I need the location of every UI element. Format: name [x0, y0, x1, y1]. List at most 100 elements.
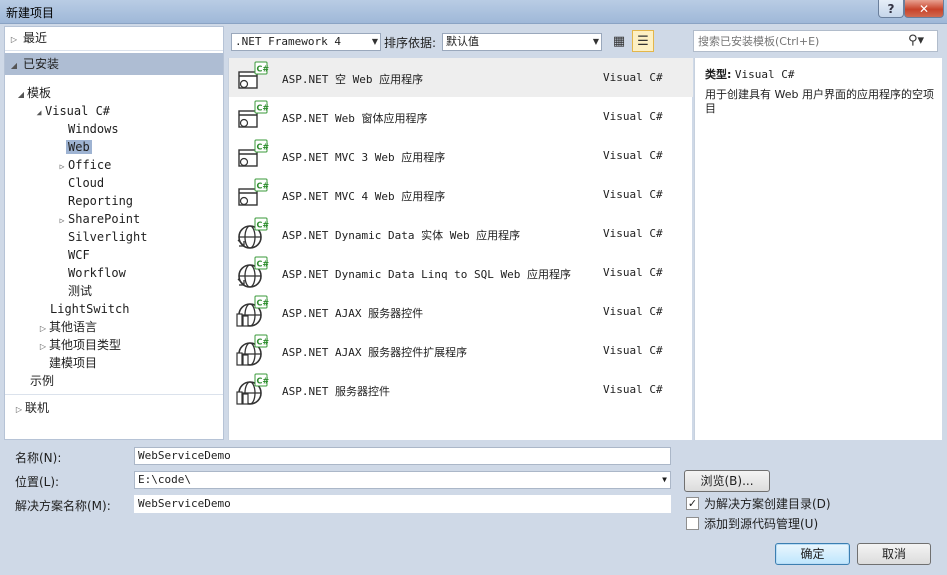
globe-template-icon: C#	[236, 373, 270, 405]
svg-text:C#: C#	[257, 260, 270, 269]
template-name: ASP.NET Dynamic Data 实体 Web 应用程序	[282, 229, 521, 242]
template-name: ASP.NET MVC 3 Web 应用程序	[282, 151, 446, 164]
template-language: Visual C#	[603, 71, 663, 84]
search-icon[interactable]: ⚲▾	[908, 33, 924, 48]
expand-arrow-icon[interactable]: ▷	[13, 401, 25, 419]
template-language: Visual C#	[603, 110, 663, 123]
type-line: 类型: Visual C#	[705, 66, 795, 82]
template-row[interactable]: C# ASP.NET MVC 3 Web 应用程序 Visual C#	[229, 136, 693, 175]
globe-template-icon: C#	[236, 334, 269, 366]
tree-item-office[interactable]: ▷ Office	[56, 156, 112, 176]
ok-button[interactable]: 确定	[775, 543, 850, 565]
tree-item-online[interactable]: ▷ 联机	[13, 399, 49, 417]
type-label: 类型:	[705, 68, 732, 81]
web-app-template-icon: C#	[238, 100, 269, 128]
location-value: E:\code\	[138, 473, 191, 486]
title-bar: 新建项目 ? ✕	[0, 0, 947, 24]
tree-item-other-languages[interactable]: ▷ 其他语言	[37, 318, 97, 336]
name-field[interactable]: WebServiceDemo	[134, 447, 671, 465]
tree-label: 联机	[25, 401, 50, 415]
tree-label: 最近	[23, 31, 48, 45]
svg-text:C#: C#	[257, 377, 270, 386]
template-description: 用于创建具有 Web 用户界面的应用程序的空项目	[705, 88, 934, 115]
template-name: ASP.NET 服务器控件	[282, 385, 390, 398]
tree-item-windows[interactable]: Windows	[68, 120, 119, 138]
template-toolbar: .NET Framework 4 ▼ 排序依据: 默认值 ▼ ▦ ☰	[228, 30, 688, 54]
template-row[interactable]: C# ASP.NET 服务器控件 Visual C#	[229, 370, 693, 409]
list-view-button[interactable]: ☰	[632, 30, 654, 52]
cancel-button[interactable]: 取消	[857, 543, 931, 565]
collapse-arrow-icon[interactable]: ◢	[5, 55, 23, 77]
collapse-arrow-icon[interactable]: ◢	[33, 104, 45, 122]
tree-item-recent[interactable]: ▷ 最近	[5, 27, 223, 49]
name-label: 名称(N):	[15, 451, 62, 465]
type-value: Visual C#	[734, 68, 795, 81]
tree-item-samples[interactable]: 示例	[30, 372, 54, 390]
collapse-arrow-icon[interactable]: ◢	[15, 86, 27, 104]
tree-item-silverlight[interactable]: Silverlight	[68, 228, 147, 246]
tree-label: Office	[68, 158, 112, 172]
template-row[interactable]: C# ASP.NET AJAX 服务器控件扩展程序 Visual C#	[229, 331, 693, 370]
expand-arrow-icon[interactable]: ▷	[56, 158, 68, 176]
tree-item-reporting[interactable]: Reporting	[68, 192, 133, 210]
template-language: Visual C#	[603, 344, 663, 357]
grid-view-button[interactable]: ▦	[608, 30, 630, 52]
chevron-down-icon: ▼	[371, 37, 378, 46]
framework-select[interactable]: .NET Framework 4 ▼	[231, 33, 381, 51]
tree-item-cloud[interactable]: Cloud	[68, 174, 104, 192]
template-language: Visual C#	[603, 227, 663, 240]
template-name: ASP.NET AJAX 服务器控件	[282, 307, 424, 320]
sort-select[interactable]: 默认值 ▼	[442, 33, 602, 51]
template-name: ASP.NET Web 窗体应用程序	[282, 112, 428, 125]
category-tree: ▷ 最近 ◢ 已安装 ◢ 模板 ◢ Visual C# Windows Web ▷ Off…	[4, 26, 224, 440]
expand-arrow-icon[interactable]: ▷	[37, 338, 49, 356]
help-button[interactable]: ?	[878, 0, 904, 18]
tree-label: Web	[66, 140, 92, 154]
create-directory-label: 为解决方案创建目录(D)	[704, 497, 831, 511]
browse-button[interactable]: 浏览(B)...	[684, 470, 770, 492]
tree-item-test[interactable]: 测试	[68, 282, 92, 300]
template-list: C# ASP.NET 空 Web 应用程序 Visual C# C# ASP.NET W…	[228, 58, 693, 440]
window-title: 新建项目	[6, 6, 55, 20]
expand-arrow-icon[interactable]: ▷	[5, 29, 23, 51]
close-button[interactable]: ✕	[904, 0, 944, 18]
tree-item-templates[interactable]: ◢ 模板	[15, 84, 51, 102]
template-row[interactable]: C# ASP.NET AJAX 服务器控件 Visual C#	[229, 292, 693, 331]
tree-item-lightswitch[interactable]: LightSwitch	[50, 300, 129, 318]
details-panel: 类型: Visual C# 用于创建具有 Web 用户界面的应用程序的空项目	[694, 58, 942, 440]
tree-item-installed[interactable]: ◢ 已安装	[5, 53, 223, 75]
tree-item-web[interactable]: Web	[66, 138, 92, 156]
location-field[interactable]: E:\code\ ▼	[134, 471, 671, 489]
tree-label: 其他语言	[49, 320, 98, 334]
template-row[interactable]: C# ASP.NET 空 Web 应用程序 Visual C#	[229, 58, 693, 97]
template-name: ASP.NET AJAX 服务器控件扩展程序	[282, 346, 468, 359]
sort-value: 默认值	[446, 35, 479, 48]
template-row[interactable]: C# ASP.NET Dynamic Data 实体 Web 应用程序 Visual…	[229, 214, 693, 253]
source-control-label: 添加到源代码管理(U)	[704, 517, 819, 531]
template-language: Visual C#	[603, 266, 663, 279]
template-row[interactable]: C# ASP.NET MVC 4 Web 应用程序 Visual C#	[229, 175, 693, 214]
tree-item-modeling-projects[interactable]: 建模项目	[49, 354, 97, 372]
tree-item-other-project-types[interactable]: ▷ 其他项目类型	[37, 336, 121, 354]
search-input[interactable]	[698, 33, 908, 49]
template-row[interactable]: C# ASP.NET Web 窗体应用程序 Visual C#	[229, 97, 693, 136]
svg-text:C#: C#	[257, 221, 270, 230]
create-directory-checkbox[interactable]: ✓	[686, 497, 699, 510]
solution-name-field[interactable]: WebServiceDemo	[134, 495, 671, 513]
location-label: 位置(L):	[15, 475, 60, 489]
search-box[interactable]: ⚲▾	[693, 30, 938, 52]
tree-item-visual-csharp[interactable]: ◢ Visual C#	[33, 102, 110, 120]
tree-item-wcf[interactable]: WCF	[68, 246, 90, 264]
svg-text:C#: C#	[257, 143, 270, 152]
source-control-checkbox[interactable]	[686, 517, 699, 530]
template-row[interactable]: C# ASP.NET Dynamic Data Linq to SQL Web 应…	[229, 253, 693, 292]
template-name: ASP.NET Dynamic Data Linq to SQL Web 应用程…	[282, 268, 572, 281]
tree-item-workflow[interactable]: Workflow	[68, 264, 126, 282]
tree-label: 其他项目类型	[49, 338, 122, 352]
web-app-template-icon: C#	[238, 139, 270, 167]
tree-item-sharepoint[interactable]: ▷ SharePoint	[56, 210, 141, 230]
divider	[5, 50, 223, 51]
expand-arrow-icon[interactable]: ▷	[56, 212, 68, 230]
web-app-template-icon: C#	[238, 178, 269, 206]
chevron-down-icon[interactable]: ▼	[662, 472, 667, 488]
